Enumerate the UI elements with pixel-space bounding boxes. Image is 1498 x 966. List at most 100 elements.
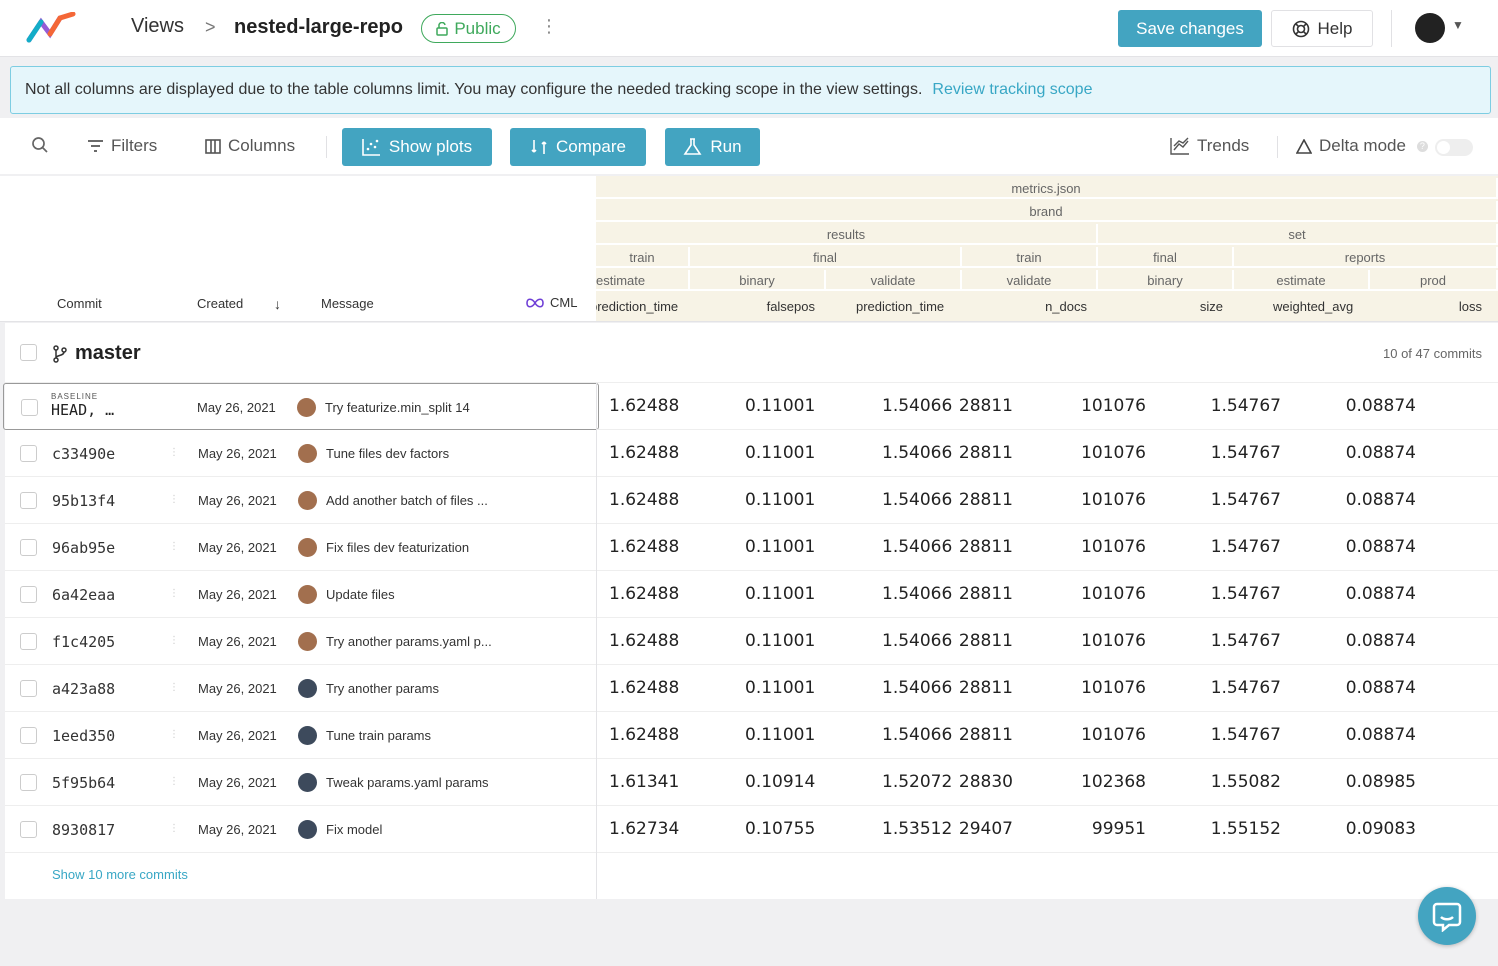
metric-cell[interactable]: 1.61341 [609,772,709,792]
metric-cell[interactable]: 0.08874 [1316,490,1416,510]
breadcrumb-repo[interactable]: nested-large-repo [234,16,403,39]
visibility-badge[interactable]: Public [421,14,516,43]
metric-cell[interactable]: 1.62488 [609,537,709,557]
metric-cell[interactable]: 1.55152 [1181,819,1281,839]
metric-column-header[interactable]: prediction_time [596,299,678,314]
user-avatar[interactable] [1415,13,1445,43]
commit-sha[interactable]: 96ab95e [52,539,115,557]
metric-cell[interactable]: 1.62488 [609,443,709,463]
metric-column-header[interactable]: size [1200,299,1223,314]
more-options-icon[interactable]: ⋮ [540,16,558,37]
metric-cell[interactable]: 0.08874 [1316,584,1416,604]
metric-cell[interactable]: 1.62488 [609,396,709,416]
row-menu-icon[interactable]: ⋮ [169,729,179,740]
row-checkbox[interactable] [20,492,37,509]
metric-cell[interactable]: 1.54767 [1181,725,1281,745]
row-checkbox[interactable] [20,586,37,603]
row-menu-icon[interactable]: ⋮ [169,823,179,834]
commit-sha[interactable]: 8930817 [52,821,115,839]
commit-sha[interactable]: 6a42eaa [52,586,115,604]
metric-cell[interactable]: 101076 [1046,631,1146,651]
metric-cell[interactable]: 28830 [913,772,1013,792]
metric-cell[interactable]: 0.08985 [1316,772,1416,792]
commit-message[interactable]: Tune train params [326,728,431,743]
compare-button[interactable]: Compare [510,128,646,166]
metric-cell[interactable]: 28811 [913,631,1013,651]
branch-checkbox[interactable] [20,344,37,361]
dvc-logo-icon[interactable] [26,12,76,44]
row-checkbox[interactable] [20,821,37,838]
metric-cell[interactable]: 28811 [913,725,1013,745]
filters-button[interactable]: Filters [87,136,157,156]
commit-sha[interactable]: 95b13f4 [52,492,115,510]
metric-cell[interactable]: 1.62488 [609,725,709,745]
metric-cell[interactable]: 101076 [1046,443,1146,463]
help-button[interactable]: Help [1271,10,1373,47]
metric-cell[interactable]: 1.62488 [609,584,709,604]
commit-message[interactable]: Try featurize.min_split 14 [325,400,470,415]
show-plots-button[interactable]: Show plots [342,128,492,166]
breadcrumb-views[interactable]: Views [131,15,184,38]
metric-cell[interactable]: 1.54767 [1181,584,1281,604]
row-menu-icon[interactable]: ⋮ [169,447,179,458]
metric-cell[interactable]: 28811 [913,584,1013,604]
metric-cell[interactable]: 1.54767 [1181,537,1281,557]
metric-cell[interactable]: 1.62734 [609,819,709,839]
row-checkbox[interactable] [20,539,37,556]
column-header-commit[interactable]: Commit [57,296,102,311]
column-header-created[interactable]: Created [197,296,243,311]
show-more-commits-link[interactable]: Show 10 more commits [52,867,188,882]
metric-cell[interactable]: 0.11001 [745,396,845,416]
row-checkbox[interactable] [21,399,38,416]
metric-cell[interactable]: 0.08874 [1316,396,1416,416]
row-menu-icon[interactable]: ⋮ [169,541,179,552]
metric-cell[interactable]: 101076 [1046,584,1146,604]
commit-message[interactable]: Fix files dev featurization [326,540,469,555]
commit-sha[interactable]: 5f95b64 [52,774,115,792]
metric-cell[interactable]: 29407 [913,819,1013,839]
row-checkbox[interactable] [20,633,37,650]
metric-cell[interactable]: 0.08874 [1316,537,1416,557]
commit-message[interactable]: Add another batch of files ... [326,493,488,508]
save-changes-button[interactable]: Save changes [1118,10,1262,47]
metric-cell[interactable]: 1.55082 [1181,772,1281,792]
row-menu-icon[interactable]: ⋮ [169,776,179,787]
review-tracking-scope-link[interactable]: Review tracking scope [932,81,1092,99]
commit-message[interactable]: Update files [326,587,395,602]
metric-cell[interactable]: 0.11001 [745,725,845,745]
metric-cell[interactable]: 0.10914 [745,772,845,792]
commit-ref[interactable]: HEAD, … [51,401,114,419]
row-checkbox[interactable] [20,774,37,791]
metric-cell[interactable]: 101076 [1046,537,1146,557]
metric-cell[interactable]: 1.54767 [1181,396,1281,416]
commit-message[interactable]: Try another params.yaml p... [326,634,492,649]
commit-sha[interactable]: a423a88 [52,680,115,698]
metric-cell[interactable]: 99951 [1046,819,1146,839]
trends-button[interactable]: Trends [1170,136,1249,156]
commit-message[interactable]: Try another params [326,681,439,696]
commit-sha[interactable]: f1c4205 [52,633,115,651]
sort-arrow-icon[interactable]: ↓ [274,296,281,312]
table-row[interactable]: BASELINE HEAD, … May 26, 2021 Try featurize… [3,383,599,430]
metric-cell[interactable]: 0.11001 [745,631,845,651]
chevron-down-icon[interactable]: ▼ [1452,18,1464,32]
row-checkbox[interactable] [20,727,37,744]
metric-column-header[interactable]: n_docs [1045,299,1087,314]
metric-cell[interactable]: 1.62488 [609,678,709,698]
column-header-cml[interactable]: CML [525,295,577,310]
row-checkbox[interactable] [20,445,37,462]
metric-cell[interactable]: 28811 [913,678,1013,698]
metric-cell[interactable]: 28811 [913,490,1013,510]
metric-cell[interactable]: 0.09083 [1316,819,1416,839]
metric-cell[interactable]: 0.11001 [745,537,845,557]
chat-button[interactable] [1418,887,1476,945]
metric-cell[interactable]: 0.08874 [1316,725,1416,745]
commit-message[interactable]: Tweak params.yaml params [326,775,489,790]
row-menu-icon[interactable]: ⋮ [169,494,179,505]
metric-cell[interactable]: 1.54767 [1181,443,1281,463]
metric-cell[interactable]: 101076 [1046,396,1146,416]
metric-cell[interactable]: 0.08874 [1316,443,1416,463]
search-icon[interactable] [31,136,49,154]
metric-cell[interactable]: 1.62488 [609,490,709,510]
metric-cell[interactable]: 0.10755 [745,819,845,839]
